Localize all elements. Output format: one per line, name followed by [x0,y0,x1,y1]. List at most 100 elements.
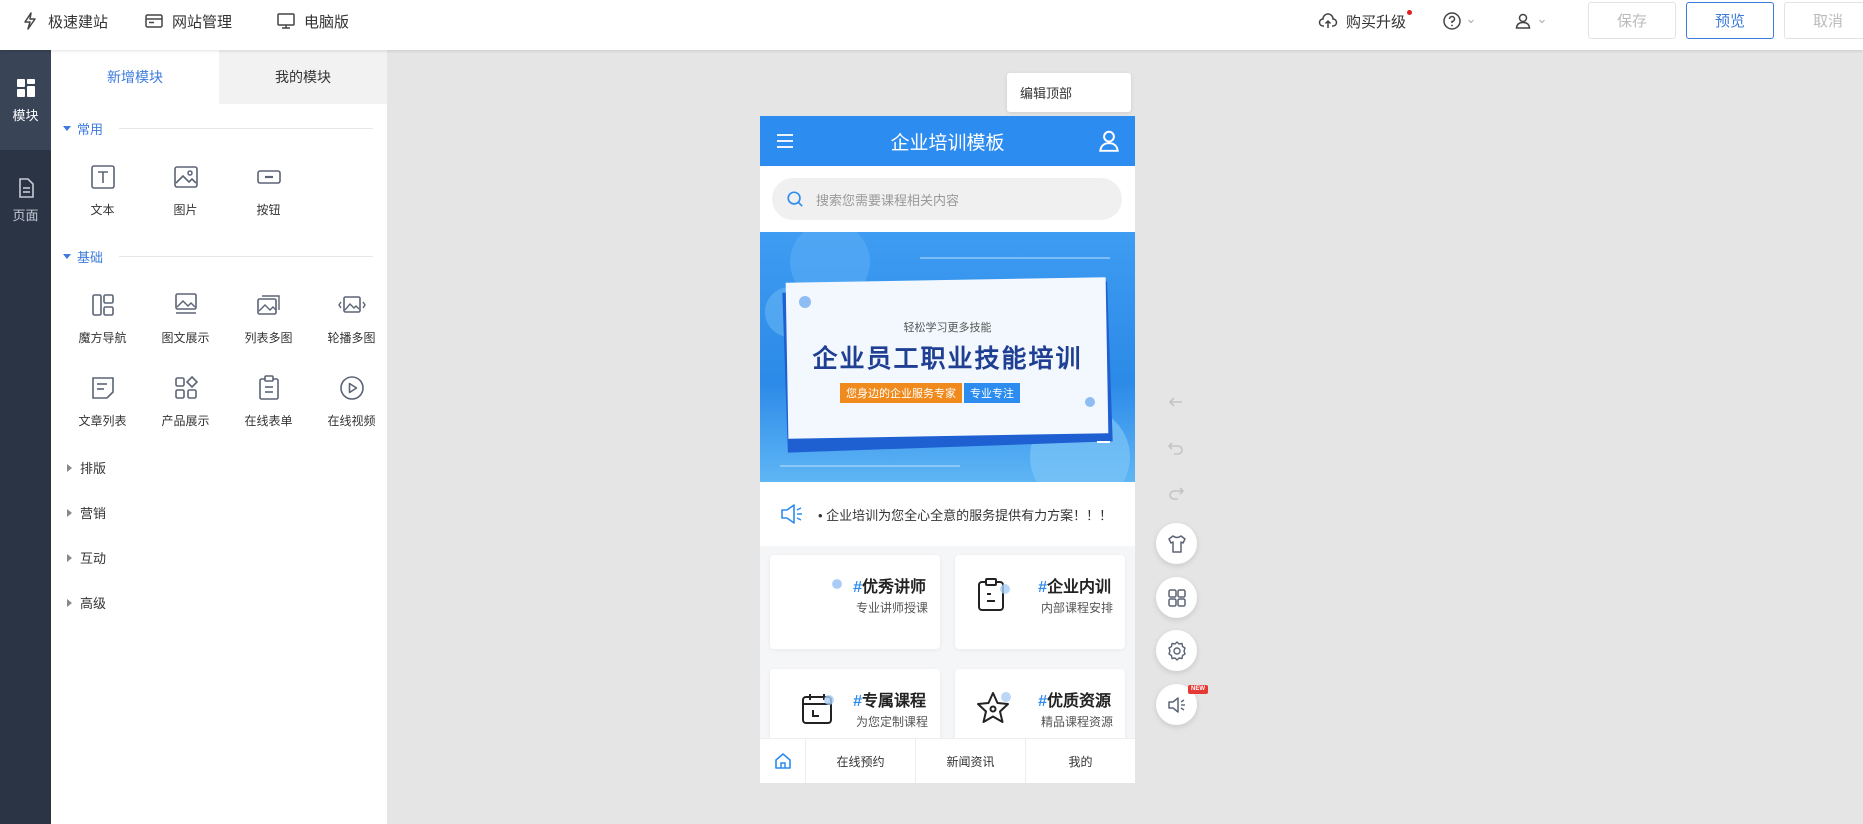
edit-header-button[interactable]: 编辑顶部 [1007,73,1131,112]
feature-card[interactable]: #优秀讲师 专业讲师授课 [770,555,940,649]
phone-search-input[interactable]: 搜索您需要课程相关内容 [772,178,1122,220]
section-label: 互动 [80,551,107,566]
banner-subtitle: 轻松学习更多技能 [903,322,992,334]
card-subtitle: 为您定制课程 [855,715,928,729]
card-hash: # [853,579,862,596]
chevron-down-icon [1539,19,1545,24]
module-magic-nav[interactable]: 魔方导航 [61,291,144,361]
caret-right-icon [67,553,72,562]
search-placeholder: 搜索您需要课程相关内容 [816,192,960,208]
chevron-down-icon [1468,19,1474,24]
module-tabs: 新增模块 我的模块 [51,50,387,104]
card-title-text: 企业内训 [1046,579,1111,596]
module-label: 列表多图 [244,331,293,345]
module-button[interactable]: 按钮 [227,163,310,233]
module-image[interactable]: 图片 [144,163,227,233]
card-title-text: 优秀讲师 [861,579,926,596]
tab-my-modules[interactable]: 我的模块 [219,50,387,104]
quick-build-label: 极速建站 [48,13,109,31]
home-icon [774,753,791,769]
undo-icon[interactable] [1166,437,1186,457]
upgrade-button[interactable]: 购买升级 [1318,0,1406,42]
nav-booking[interactable]: 在线预约 [805,739,915,783]
user-icon[interactable] [1097,129,1121,153]
module-label: 产品展示 [161,414,210,428]
announcement-button[interactable]: NEW [1156,684,1208,725]
nav-news[interactable]: 新闻资讯 [915,739,1025,783]
section-layout[interactable]: 排版 [67,458,106,477]
module-article-list[interactable]: 文章列表 [61,374,144,444]
section-basic-label: 基础 [77,250,104,265]
divider [119,256,373,257]
phone-bottom-nav: 在线预约 新闻资讯 我的 [760,738,1135,783]
section-marketing[interactable]: 营销 [67,503,106,522]
divider [119,128,373,129]
upgrade-label: 购买升级 [1346,13,1407,31]
button-icon [256,170,281,184]
quick-build-menu[interactable]: 极速建站 [20,0,108,42]
star-icon [977,692,1011,723]
phone-title: 企业培训模板 [890,132,1005,154]
module-label: 文本 [90,203,115,217]
notice-message: 企业培训为您全心全意的服务提供有力方案！！！ [826,507,1113,523]
module-online-video[interactable]: 在线视频 [310,374,393,444]
module-product-display[interactable]: 产品展示 [144,374,227,444]
save-button[interactable]: 保存 [1588,2,1676,39]
rail-pages-label: 页面 [12,207,39,223]
site-manage-label: 网站管理 [172,13,233,31]
settings-button[interactable] [1156,630,1197,671]
image-text-icon [174,293,197,314]
section-basic[interactable]: 基础 [63,247,373,266]
desktop-version-menu[interactable]: 电脑版 [276,0,349,42]
banner-carousel[interactable]: 轻松学习更多技能 企业员工职业技能培训 您身边的企业服务专家 专业专注 [760,232,1135,482]
module-list-images[interactable]: 列表多图 [227,291,310,361]
card-subtitle: 精品课程资源 [1040,715,1113,729]
card-hash: # [853,693,862,710]
module-label: 在线表单 [244,414,293,428]
caret-right-icon [67,598,72,607]
notice-bar[interactable]: • 企业培训为您全心全意的服务提供有力方案！！！ [760,482,1135,546]
theme-button[interactable] [1156,523,1197,564]
nav-home[interactable] [760,739,805,783]
desktop-version-label: 电脑版 [304,13,350,31]
card-hash: # [1038,693,1047,710]
module-image-text[interactable]: 图文展示 [144,291,227,361]
card-title: #专属课程 [853,687,926,711]
card-subtitle: 专业讲师授课 [855,601,928,615]
module-label: 文章列表 [78,414,127,428]
layout-button[interactable] [1156,577,1197,618]
module-text[interactable]: 文本 [61,163,144,233]
menu-icon[interactable] [775,131,795,151]
account-menu[interactable] [1513,0,1547,42]
preview-button[interactable]: 预览 [1686,2,1774,39]
search-icon [787,191,803,207]
cancel-button[interactable]: 取消 [1784,2,1863,39]
notification-dot [1407,10,1412,15]
rail-modules[interactable]: 模块 [0,50,51,150]
card-title: #企业内训 [1038,573,1111,597]
megaphone-icon [1167,696,1185,713]
banner-tag-secondary: 专业专注 [964,383,1020,403]
module-label: 魔方导航 [78,331,127,345]
module-online-form[interactable]: 在线表单 [227,374,310,444]
redo-icon[interactable] [1166,482,1186,502]
module-carousel[interactable]: 轮播多图 [310,291,393,361]
help-menu[interactable] [1442,0,1476,42]
gear-icon [1167,640,1186,661]
section-common[interactable]: 常用 [63,119,373,138]
section-advanced[interactable]: 高级 [67,593,106,612]
section-label: 高级 [80,596,107,611]
module-label: 在线视频 [327,414,376,428]
rail-pages[interactable]: 页面 [0,150,51,250]
phone-header: 企业培训模板 [760,116,1135,166]
back-arrow-icon[interactable] [1166,392,1186,412]
top-bar: 极速建站 网站管理 电脑版 购买升级 保存 预览 取消 [0,0,1863,50]
nav-mine[interactable]: 我的 [1025,739,1135,783]
card-subtitle: 内部课程安排 [1040,601,1113,615]
section-label: 营销 [80,506,107,521]
feature-card[interactable]: #企业内训 内部课程安排 [955,555,1125,649]
tab-new-modules[interactable]: 新增模块 [51,50,219,104]
grid-nav-icon [91,294,114,316]
site-manage-menu[interactable]: 网站管理 [144,0,232,42]
section-interaction[interactable]: 互动 [67,548,106,567]
